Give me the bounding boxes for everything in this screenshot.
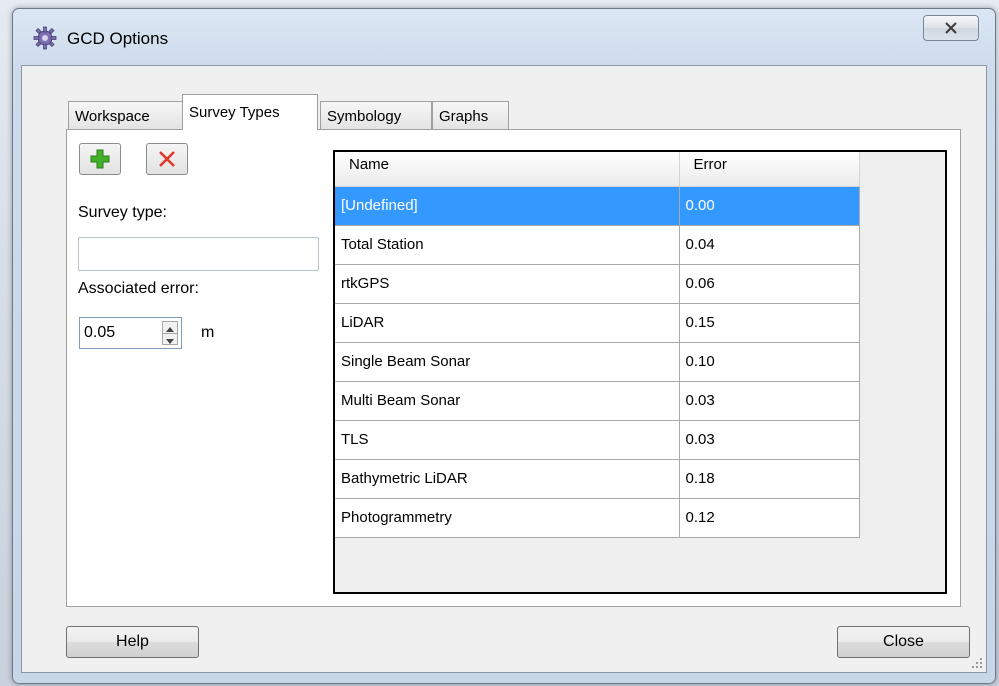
cell-error[interactable]: 0.10: [679, 342, 860, 382]
table-row[interactable]: LiDAR 0.15: [335, 303, 860, 343]
plus-icon: [90, 149, 110, 169]
survey-type-label: Survey type:: [78, 204, 167, 221]
cell-error[interactable]: 0.04: [679, 225, 860, 265]
tab-survey-types[interactable]: Survey Types: [182, 94, 318, 130]
table-row[interactable]: Bathymetric LiDAR 0.18: [335, 459, 860, 499]
close-button[interactable]: Close: [837, 626, 970, 658]
cell-error[interactable]: 0.03: [679, 420, 860, 460]
survey-type-input[interactable]: [78, 237, 319, 271]
cell-error[interactable]: 0.06: [679, 264, 860, 304]
title-bar[interactable]: GCD Options: [13, 9, 995, 65]
cell-name[interactable]: LiDAR: [335, 303, 680, 343]
cell-name[interactable]: Bathymetric LiDAR: [335, 459, 680, 499]
table-row[interactable]: [Undefined] 0.00: [335, 186, 860, 226]
associated-error-label: Associated error:: [78, 280, 199, 297]
resize-grip-icon[interactable]: [972, 658, 982, 668]
unit-label: m: [201, 324, 215, 341]
spin-up-icon[interactable]: [163, 322, 177, 333]
tab-label: Graphs: [439, 108, 489, 125]
tab-symbology[interactable]: Symbology: [320, 101, 432, 129]
table-row[interactable]: rtkGPS 0.06: [335, 264, 860, 304]
survey-types-table: Name Error [Undefined] 0.00 Total Station 0…: [335, 152, 860, 538]
dialog-body: Workspace Survey Types Symbology Graphs …: [21, 65, 987, 673]
table-row[interactable]: Total Station 0.04: [335, 225, 860, 265]
survey-types-panel: Survey type: Associated error: 0.05 m Na…: [66, 129, 961, 607]
help-button-label: Help: [116, 633, 149, 650]
column-header-name[interactable]: Name: [335, 152, 680, 187]
table-row[interactable]: Single Beam Sonar 0.10: [335, 342, 860, 382]
cell-name[interactable]: Photogrammetry: [335, 498, 680, 538]
close-icon: [945, 22, 957, 34]
close-button-label: Close: [883, 633, 924, 650]
cell-error[interactable]: 0.18: [679, 459, 860, 499]
help-button[interactable]: Help: [66, 626, 199, 658]
cell-name[interactable]: Single Beam Sonar: [335, 342, 680, 382]
window-close-button[interactable]: [923, 15, 979, 41]
add-survey-type-button[interactable]: [79, 143, 121, 175]
associated-error-value: 0.05: [84, 324, 116, 341]
cell-name[interactable]: TLS: [335, 420, 680, 460]
cell-name[interactable]: Multi Beam Sonar: [335, 381, 680, 421]
spin-buttons[interactable]: [162, 321, 178, 345]
gcd-options-dialog: GCD Options Workspace Survey Types Symbo…: [12, 8, 996, 684]
spin-down-icon[interactable]: [163, 333, 177, 345]
x-icon: [159, 151, 175, 167]
cell-name[interactable]: [Undefined]: [335, 186, 680, 226]
tab-workspace[interactable]: Workspace: [68, 101, 183, 129]
tab-label: Survey Types: [189, 104, 280, 121]
cell-error[interactable]: 0.15: [679, 303, 860, 343]
tab-graphs[interactable]: Graphs: [432, 101, 509, 129]
table-row[interactable]: Multi Beam Sonar 0.03: [335, 381, 860, 421]
cell-error[interactable]: 0.03: [679, 381, 860, 421]
tab-label: Symbology: [327, 108, 402, 125]
window-title: GCD Options: [67, 29, 169, 48]
table-row[interactable]: Photogrammetry 0.12: [335, 498, 860, 538]
cell-error[interactable]: 0.00: [679, 186, 860, 226]
table-row[interactable]: TLS 0.03: [335, 420, 860, 460]
survey-types-grid[interactable]: Name Error [Undefined] 0.00 Total Station 0…: [333, 150, 947, 594]
gear-icon: [33, 26, 57, 50]
cell-error[interactable]: 0.12: [679, 498, 860, 538]
cell-name[interactable]: Total Station: [335, 225, 680, 265]
delete-survey-type-button[interactable]: [146, 143, 188, 175]
associated-error-stepper[interactable]: 0.05: [79, 317, 182, 349]
cell-name[interactable]: rtkGPS: [335, 264, 680, 304]
tab-label: Workspace: [75, 108, 150, 125]
column-header-error[interactable]: Error: [679, 152, 860, 187]
